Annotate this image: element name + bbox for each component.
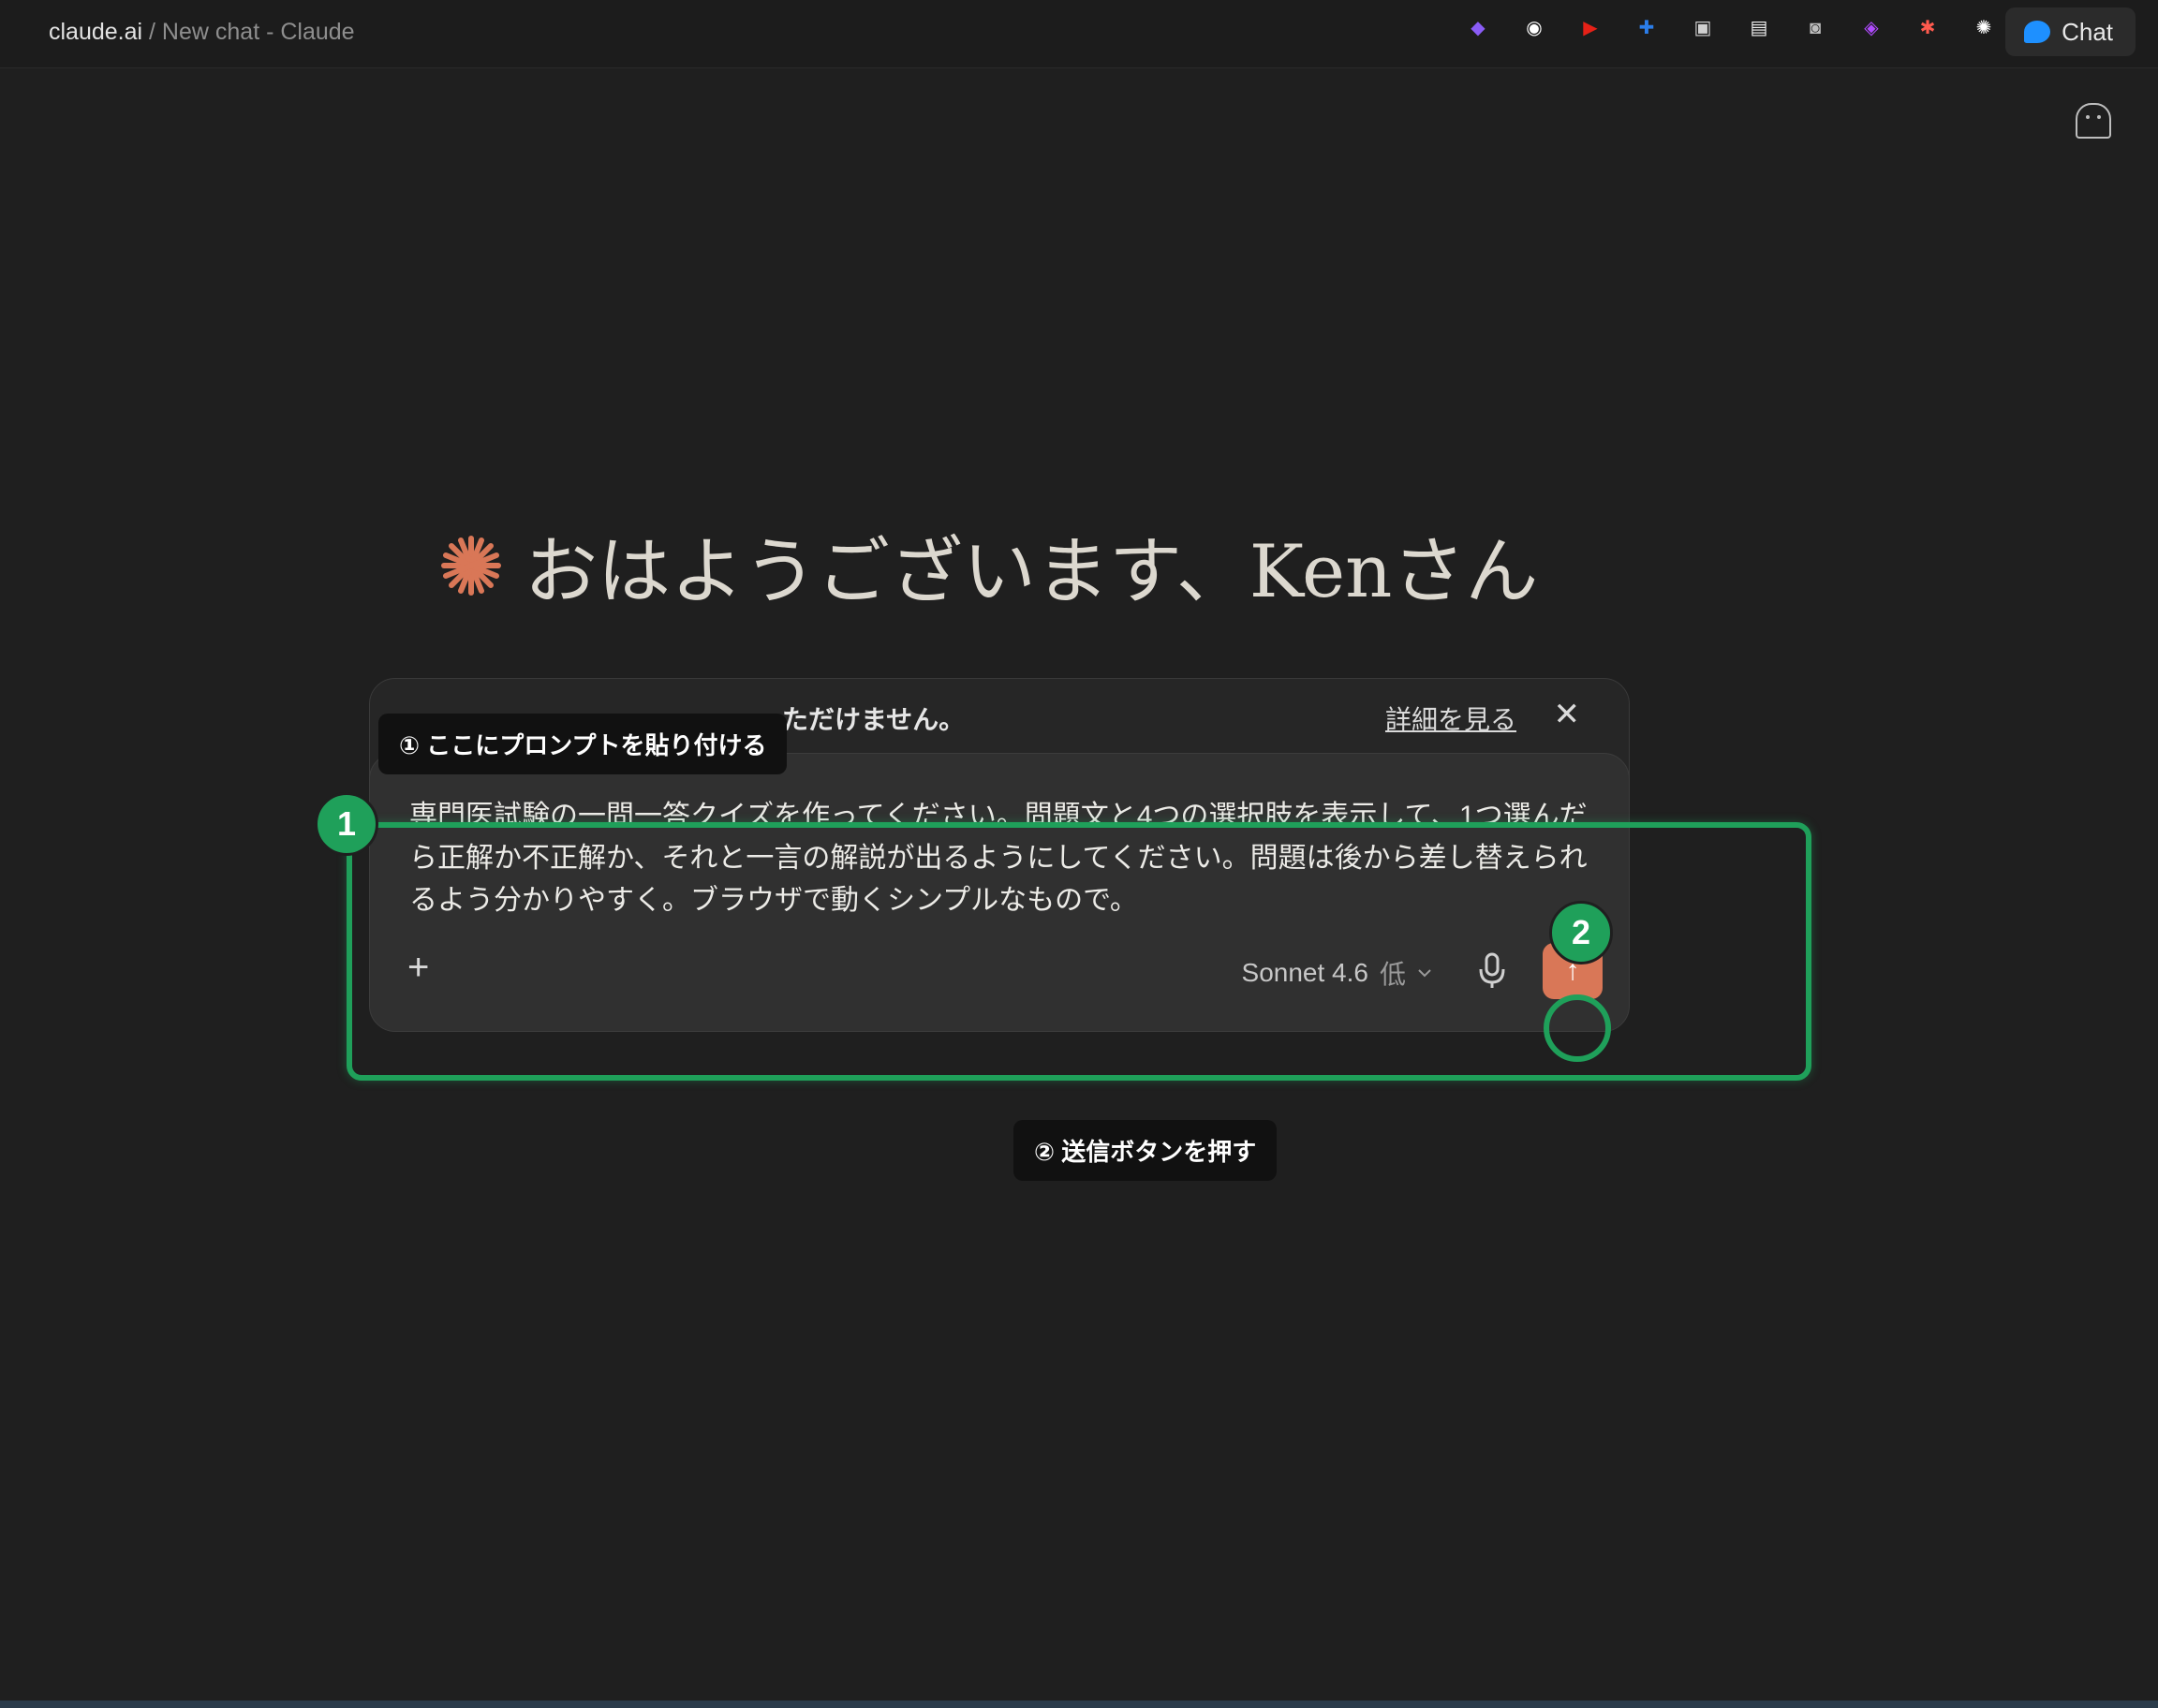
extension-icon-9[interactable]: ✱ xyxy=(1913,13,1943,43)
youtube-icon[interactable]: ▶ xyxy=(1575,13,1605,43)
title-separator: / xyxy=(142,19,162,45)
step2-badge: 2 xyxy=(1549,901,1613,964)
title-page: New chat - Claude xyxy=(161,19,355,45)
extension-toolbar: ◆ ◉ ▶ ✚ ▣ ▤ ◙ ◈ ✱ ✺ xyxy=(1463,13,1999,43)
greeting-text: おはようございます、Kenさん xyxy=(525,530,1539,614)
greeting-heading: おはようございます、Kenさん xyxy=(438,513,1538,618)
chat-button[interactable]: Chat xyxy=(2005,7,2136,56)
chat-bubble-icon xyxy=(2024,21,2051,43)
monitor-icon[interactable]: ▣ xyxy=(1688,13,1718,43)
incognito-ghost-icon[interactable] xyxy=(2076,103,2111,139)
close-icon[interactable]: ✕ xyxy=(1554,696,1581,733)
step2-highlight-ring xyxy=(1544,994,1611,1062)
step1-tooltip: ① ここにプロンプトを貼り付ける xyxy=(378,714,788,774)
obsidian-icon[interactable]: ◆ xyxy=(1463,13,1493,43)
window-bottom-edge xyxy=(0,1701,2158,1708)
step2-tooltip: ② 送信ボタンを押す xyxy=(1013,1120,1278,1181)
window-title: claude.ai / New chat - Claude xyxy=(49,17,355,47)
claude-spark-icon xyxy=(441,536,501,596)
extension-icon-8[interactable]: ◈ xyxy=(1856,13,1886,43)
extension-icon-6[interactable]: ▤ xyxy=(1744,13,1774,43)
title-host: claude.ai xyxy=(49,19,143,45)
camera-icon[interactable]: ◙ xyxy=(1800,13,1830,43)
extension-icon-2[interactable]: ◉ xyxy=(1519,13,1549,43)
extension-icon-4[interactable]: ✚ xyxy=(1632,13,1662,43)
step1-badge: 1 xyxy=(315,792,378,856)
browser-titlebar: claude.ai / New chat - Claude ◆ ◉ ▶ ✚ ▣ ▤ ◙ ◈ ✱ ✺… xyxy=(0,0,2158,68)
chatgpt-icon[interactable]: ✺ xyxy=(1969,13,1999,43)
chat-button-label: Chat xyxy=(2062,17,2113,46)
notice-text: ただけません。 xyxy=(782,705,966,734)
notice-details-link[interactable]: 詳細を見る xyxy=(1385,699,1516,737)
